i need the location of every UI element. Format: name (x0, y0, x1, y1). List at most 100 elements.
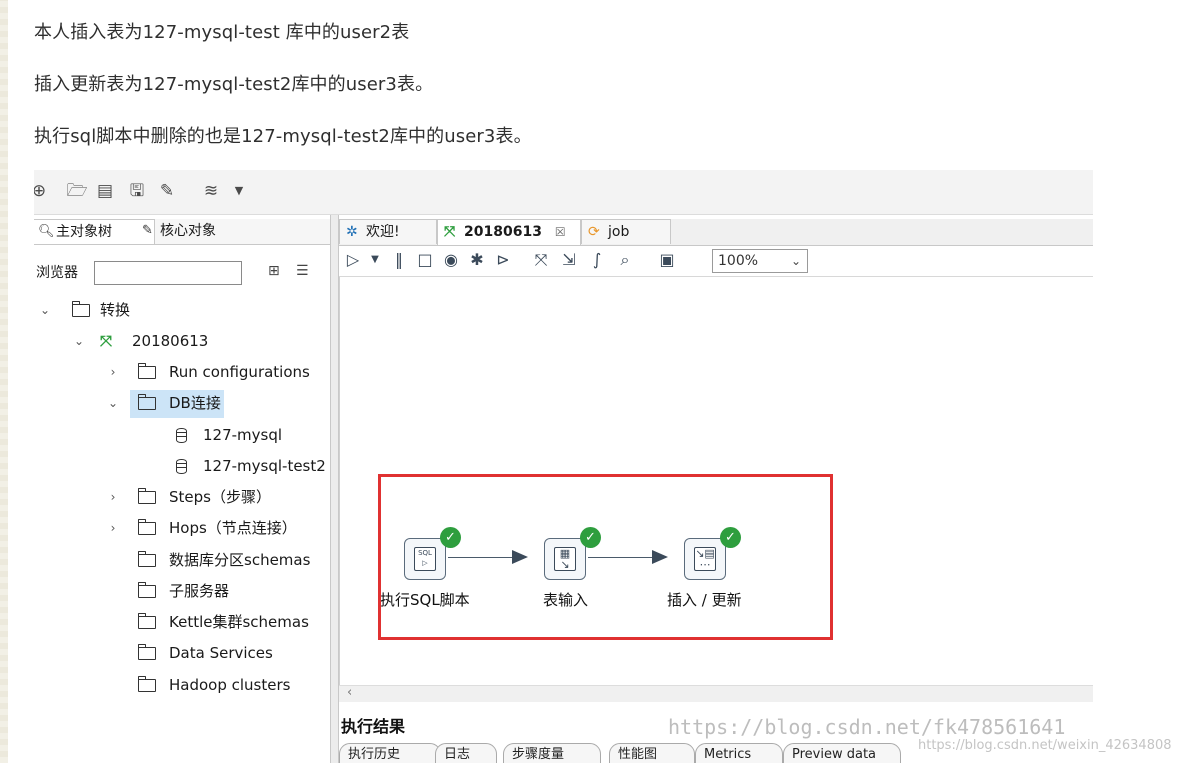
tree-label: Data Services (169, 644, 273, 662)
stop-icon[interactable]: □ (415, 250, 435, 270)
tree-label: 20180613 (132, 332, 209, 350)
chevron-right-icon[interactable]: › (106, 484, 120, 510)
folder-icon (137, 551, 156, 567)
article-line-2: 插入更新表为127-mysql-test2库中的user3表。 (34, 74, 434, 95)
folder-icon (137, 394, 156, 410)
tree-label: DB连接 (169, 394, 221, 412)
kettle-spoon-window: ⊕ 🗁 ▤ 🖫 ✎ ≋ ▼ 🔍︎ 主对象树 ✎ 核心对象 浏览器 ⊞ ☰ ⌄ 转… (34, 170, 1093, 763)
tree-label: Steps（步骤） (169, 488, 271, 506)
search-icon: 🔍︎ (38, 224, 55, 239)
replay-icon[interactable]: ⊳ (493, 250, 513, 270)
job-icon: ⟳ (588, 224, 600, 240)
browser-row: 浏览器 ⊞ ☰ (34, 257, 330, 287)
tab-performance-graph[interactable]: 性能图 (609, 743, 695, 763)
tab-label: 20180613 (464, 224, 542, 240)
tab-label: 核心对象 (160, 223, 216, 239)
chevron-right-icon[interactable]: › (106, 515, 120, 541)
csdn-watermark: https://blog.csdn.net/weixin_42634808 (918, 738, 1172, 753)
editor-tabs: ✲ 欢迎! ⤧ 20180613 ☒ ⟳ job (339, 219, 1093, 246)
browser-search-input[interactable] (94, 261, 242, 285)
folder-icon (137, 519, 156, 535)
horizontal-scrollbar[interactable]: ‹ (339, 685, 1093, 702)
tab-label: 性能图 (618, 747, 658, 762)
tab-step-metrics[interactable]: 步骤度量 (503, 743, 601, 763)
article-line-3: 执行sql脚本中删除的也是127-mysql-test2库中的user3表。 (34, 126, 532, 147)
tab-label: Metrics (704, 747, 752, 762)
debug-icon[interactable]: ✱ (467, 250, 487, 270)
tree-label: 子服务器 (169, 582, 230, 600)
explore-repository-icon[interactable]: ▤ (94, 180, 116, 202)
zoom-select[interactable]: 100% ⌄ (712, 249, 808, 273)
tree-label: Hops（节点连接） (169, 519, 297, 537)
impact-icon[interactable]: ⇲ (559, 250, 579, 270)
left-panel: 🔍︎ 主对象树 ✎ 核心对象 浏览器 ⊞ ☰ ⌄ 转换 ⌄ ⤧ 20180613… (34, 215, 331, 763)
run-options-chevron-icon[interactable]: ▼ (365, 250, 385, 270)
tab-label: job (608, 224, 630, 240)
layers-icon[interactable]: ≋ (200, 180, 222, 202)
folder-icon (137, 676, 156, 692)
tree-label: 数据库分区schemas (169, 551, 311, 569)
chevron-down-icon[interactable]: ▼ (228, 180, 250, 202)
tab-label: Preview data (792, 747, 877, 762)
tab-job[interactable]: ⟳ job (581, 219, 671, 244)
tab-welcome[interactable]: ✲ 欢迎! (339, 219, 437, 244)
left-tabs: 🔍︎ 主对象树 ✎ 核心对象 (34, 219, 330, 245)
sql-icon[interactable]: ∫ (587, 250, 607, 270)
chevron-down-icon[interactable]: ⌄ (791, 250, 801, 272)
tab-preview-data[interactable]: Preview data (783, 743, 901, 763)
expand-all-icon[interactable]: ⊞ (268, 263, 280, 279)
tab-core-objects[interactable]: ✎ 核心对象 (138, 219, 270, 243)
folder-icon (137, 582, 156, 598)
tab-label: 日志 (444, 747, 471, 762)
tab-main-object-tree[interactable]: 🔍︎ 主对象树 (34, 219, 155, 244)
new-file-icon[interactable]: ⊕ (34, 180, 50, 202)
tab-log[interactable]: 日志 (435, 743, 497, 763)
collapse-all-icon[interactable]: ☰ (296, 263, 309, 279)
close-icon[interactable]: ☒ (555, 225, 566, 239)
tree-label: 127-mysql (203, 426, 283, 444)
tree-label: Kettle集群schemas (169, 613, 309, 631)
tree-label: Run configurations (169, 363, 310, 381)
transformation-icon: ⤧ (444, 224, 456, 240)
save-as-icon[interactable]: ✎ (156, 180, 178, 202)
database-icon (176, 428, 187, 443)
chevron-down-icon[interactable]: ⌄ (106, 390, 120, 416)
tree-label: 127-mysql-test2 (203, 457, 326, 475)
scroll-left-icon[interactable]: ‹ (347, 685, 352, 700)
tab-execution-history[interactable]: 执行历史 (339, 743, 441, 763)
page-edge (0, 0, 8, 763)
pause-icon[interactable]: ‖ (389, 250, 409, 270)
tab-metrics[interactable]: Metrics (695, 743, 783, 763)
pencil-icon: ✎ (142, 223, 153, 238)
chevron-down-icon[interactable]: ⌄ (38, 297, 52, 323)
execution-results-title: 执行结果 (341, 717, 406, 736)
database-icon (176, 459, 187, 474)
tab-label: 欢迎! (366, 224, 400, 240)
transformation-icon: ⤧ (100, 332, 113, 350)
folder-icon (137, 613, 156, 629)
tab-label: 步骤度量 (512, 747, 565, 762)
tab-label: 主对象树 (56, 224, 112, 240)
canvas-toolbar: ▷ ▼ ‖ □ ◉ ✱ ⊳ ⤧ ⇲ ∫ ⌕ ▣ 100% ⌄ (339, 246, 1093, 277)
browser-label: 浏览器 (36, 265, 78, 281)
chevron-down-icon[interactable]: ⌄ (72, 328, 86, 354)
tab-transformation-20180613[interactable]: ⤧ 20180613 ☒ (437, 219, 581, 245)
chevron-right-icon[interactable]: › (106, 359, 120, 385)
blog-watermark: https://blog.csdn.net/fk478561641 (668, 715, 1066, 739)
kettle-welcome-icon: ✲ (346, 224, 358, 240)
run-icon[interactable]: ▷ (343, 250, 363, 270)
main-toolbar: ⊕ 🗁 ▤ 🖫 ✎ ≋ ▼ (34, 170, 1093, 215)
tab-label: 执行历史 (348, 747, 401, 762)
panel-splitter[interactable] (331, 215, 339, 763)
show-results-icon[interactable]: ▣ (657, 250, 677, 270)
open-file-icon[interactable]: 🗁 (66, 180, 88, 202)
folder-icon (137, 488, 156, 504)
save-icon[interactable]: 🖫 (126, 180, 148, 202)
folder-icon (71, 301, 90, 317)
preview-icon[interactable]: ◉ (441, 250, 461, 270)
verify-icon[interactable]: ⤧ (531, 250, 551, 270)
highlight-box (378, 474, 833, 640)
explore-db-icon[interactable]: ⌕ (615, 250, 635, 270)
tree-label: 转换 (100, 301, 131, 319)
tree-label: Hadoop clusters (169, 676, 291, 694)
